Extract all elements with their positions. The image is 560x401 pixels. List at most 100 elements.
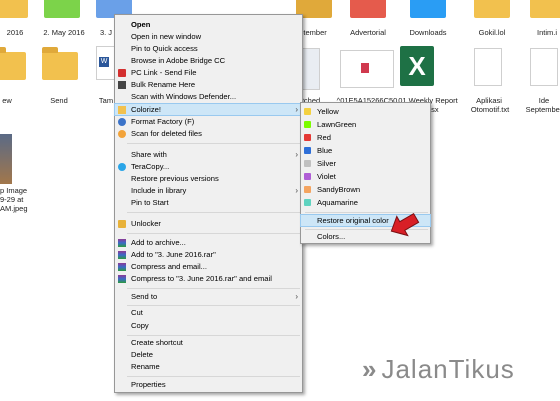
menu-item-open-new-window[interactable]: Open in new window — [115, 31, 302, 42]
file-label[interactable]: Advertorial — [343, 28, 393, 37]
menu-item-adobe-bridge[interactable]: Browse in Adobe Bridge CC — [115, 55, 302, 66]
menu-item-include-library[interactable]: Include in library › — [115, 185, 302, 196]
file-label[interactable]: Ide September — [524, 96, 560, 114]
text-file-icon[interactable] — [530, 48, 558, 86]
menu-item-label: Colorize! — [131, 105, 161, 114]
colorize-folder-icon — [118, 106, 126, 114]
sandybrown-swatch-icon — [304, 186, 311, 193]
menu-separator — [127, 212, 300, 213]
file-label[interactable]: Gokil.lol — [470, 28, 514, 37]
folder-icon[interactable] — [350, 0, 386, 18]
menu-item-send-to[interactable]: Send to › — [115, 291, 302, 302]
color-label: Violet — [317, 172, 336, 181]
file-label[interactable]: Downloads — [403, 28, 453, 37]
menu-item-scan-deleted[interactable]: Scan for deleted files — [115, 128, 302, 139]
unlocker-icon — [118, 220, 126, 228]
color-item-violet[interactable]: Violet — [301, 171, 430, 182]
file-label[interactable]: p Image — [0, 186, 28, 195]
image-thumbnail-icon[interactable] — [300, 48, 320, 90]
menu-item-label: Delete — [131, 350, 153, 359]
color-item-aquamarine[interactable]: Aquamarine — [301, 197, 430, 208]
silver-swatch-icon — [304, 160, 311, 167]
folder-icon[interactable] — [42, 47, 78, 80]
color-item-yellow[interactable]: Yellow — [301, 106, 430, 117]
menu-item-pin-start[interactable]: Pin to Start — [115, 197, 302, 208]
menu-item-unlocker[interactable]: Unlocker — [115, 218, 302, 229]
menu-item-label: Properties — [131, 380, 166, 389]
menu-item-copy[interactable]: Copy — [115, 320, 302, 331]
submenu-arrow-icon: › — [295, 150, 298, 159]
winrar-icon — [118, 263, 126, 271]
menu-item-bulk-rename[interactable]: Bulk Rename Here — [115, 79, 302, 90]
menu-item-label: Include in library — [131, 186, 187, 195]
folder-icon[interactable] — [474, 0, 510, 18]
file-label[interactable]: 2016 — [0, 28, 30, 37]
menu-item-create-shortcut[interactable]: Create shortcut — [115, 337, 302, 348]
yellow-swatch-icon — [304, 108, 311, 115]
file-label[interactable]: Aplikasi — [472, 96, 506, 105]
menu-item-delete[interactable]: Delete — [115, 349, 302, 360]
file-label[interactable]: ew — [0, 96, 14, 105]
excel-file-icon[interactable]: X — [400, 46, 434, 86]
color-item-blue[interactable]: Blue — [301, 145, 430, 156]
color-item-lawngreen[interactable]: LawnGreen — [301, 119, 430, 130]
image-thumbnail-icon[interactable] — [340, 50, 394, 88]
menu-item-label: Scan with Windows Defender... — [131, 92, 237, 101]
menu-item-open[interactable]: Open — [115, 19, 302, 30]
menu-item-label: Unlocker — [131, 219, 161, 228]
menu-item-add-rar[interactable]: Add to "3. June 2016.rar" — [115, 249, 302, 260]
menu-item-pc-link[interactable]: PC Link - Send File — [115, 67, 302, 78]
file-label[interactable]: 9-29 at — [0, 195, 28, 204]
folder-icon[interactable] — [530, 0, 560, 18]
teracopy-icon — [118, 163, 126, 171]
winrar-icon — [118, 275, 126, 283]
menu-item-format-factory[interactable]: Format Factory (F) — [115, 116, 302, 127]
menu-item-share-with[interactable]: Share with › — [115, 149, 302, 160]
file-label[interactable]: Send — [44, 96, 74, 105]
folder-icon[interactable] — [0, 0, 28, 18]
menu-item-colorize[interactable]: Colorize! › — [114, 103, 303, 116]
menu-item-scan-defender[interactable]: Scan with Windows Defender... — [115, 91, 302, 102]
format-factory-icon — [118, 118, 126, 126]
lawngreen-swatch-icon — [304, 121, 311, 128]
text-file-icon[interactable] — [474, 48, 502, 86]
folder-icon[interactable] — [44, 0, 80, 18]
menu-item-properties[interactable]: Properties — [115, 379, 302, 390]
menu-separator — [127, 288, 300, 289]
watermark-logo: » JalanTikus — [362, 354, 515, 385]
file-label[interactable]: Otomotif.txt — [468, 105, 512, 114]
menu-item-pin-quick-access[interactable]: Pin to Quick access — [115, 43, 302, 54]
menu-item-label: Compress to "3. June 2016.rar" and email — [131, 274, 272, 283]
file-label[interactable]: 2. May 2016 — [34, 28, 94, 37]
menu-item-label: Share with — [131, 150, 167, 159]
file-label[interactable]: Tam — [97, 96, 115, 105]
menu-separator — [127, 335, 300, 336]
menu-item-rename[interactable]: Rename — [115, 361, 302, 372]
menu-item-compress-rar-email[interactable]: Compress to "3. June 2016.rar" and email — [115, 273, 302, 284]
color-item-silver[interactable]: Silver — [301, 158, 430, 169]
menu-item-teracopy[interactable]: TeraCopy... — [115, 161, 302, 172]
aquamarine-swatch-icon — [304, 199, 311, 206]
color-item-red[interactable]: Red — [301, 132, 430, 143]
file-label[interactable]: AM.jpeg — [0, 204, 30, 213]
menu-item-cut[interactable]: Cut — [115, 307, 302, 318]
menu-item-label: PC Link - Send File — [131, 68, 197, 77]
file-label[interactable]: 3. J — [96, 28, 116, 37]
menu-item-label: Create shortcut — [131, 338, 183, 347]
context-menu: Open Open in new window Pin to Quick acc… — [114, 14, 303, 393]
image-file-icon[interactable] — [0, 134, 12, 184]
watermark-chevron-icon: » — [362, 354, 378, 384]
color-item-sandybrown[interactable]: SandyBrown — [301, 184, 430, 195]
menu-item-label: TeraCopy... — [131, 162, 170, 171]
menu-item-label: Colors... — [317, 232, 346, 241]
menu-item-label: Cut — [131, 308, 143, 317]
file-label[interactable]: Intim.i — [532, 28, 560, 37]
folder-icon[interactable] — [0, 47, 26, 80]
menu-item-label: Compress and email... — [131, 262, 207, 271]
menu-item-add-archive[interactable]: Add to archive... — [115, 237, 302, 248]
menu-item-compress-email[interactable]: Compress and email... — [115, 261, 302, 272]
menu-item-label: Send to — [131, 292, 158, 301]
folder-icon[interactable] — [410, 0, 446, 18]
menu-item-restore-versions[interactable]: Restore previous versions — [115, 173, 302, 184]
winrar-icon — [118, 239, 126, 247]
